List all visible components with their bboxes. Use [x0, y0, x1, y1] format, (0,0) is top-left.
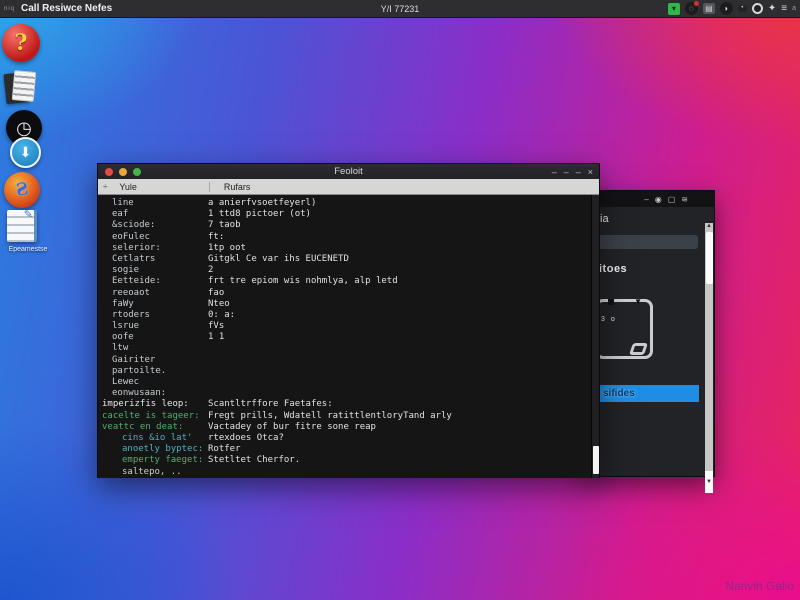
settings-section-label: itoes — [599, 263, 627, 275]
notes-icon[interactable]: ✎ — [7, 210, 37, 242]
terminal-dash3-button[interactable]: – — [576, 167, 581, 177]
display-camera-icon — [608, 299, 614, 305]
terminal-row: rtoders0: a: — [98, 310, 599, 321]
terminal-row: cacelte is tageer:Fregt prills, Wdatell … — [98, 411, 599, 422]
tray-letter: a — [792, 5, 796, 12]
terminal-scrollbar[interactable] — [591, 195, 599, 478]
system-tray: ▾ ◌ ▤ ◗ • ✦ ≡ a — [668, 0, 796, 17]
terminal-row: anoetly byptec:Rotfer — [98, 444, 599, 455]
menu-rufars[interactable]: Rufars — [209, 182, 251, 192]
terminal-row: &sciode:7 taob — [98, 220, 599, 231]
settings-circle-button[interactable]: ◉ — [655, 195, 662, 204]
settings-search-input[interactable] — [584, 235, 698, 249]
terminal-row: Lewec — [98, 377, 599, 388]
settings-scroll-thumb[interactable] — [706, 232, 713, 284]
terminal-row: faWyNteo — [98, 299, 599, 310]
terminal-output[interactable]: linea anierfvsoetfeyerl) eaf1 ttd8 picto… — [98, 195, 599, 478]
terminal-dash2-button[interactable]: – — [564, 167, 569, 177]
properties-terminal-window[interactable]: Feoloit – – – × ÷ Yule Rufars linea anie… — [97, 163, 600, 478]
settings-selected-label: sifides — [603, 388, 635, 399]
terminal-row: partoilte. — [98, 366, 599, 377]
settings-titlebar[interactable]: – ◉ ▢ ≋ — [584, 191, 714, 207]
terminal-row: CetlatrsGitgkl Ce var ihs EUCENETD — [98, 254, 599, 265]
help-icon[interactable]: ? — [2, 24, 40, 62]
terminal-row: eaf1 ttd8 pictoer (ot) — [98, 209, 599, 220]
terminal-row: lsruefVs — [98, 321, 599, 332]
settings-maximize-button[interactable]: ▢ — [668, 195, 676, 204]
settings-heading-partial: ia — [600, 213, 609, 225]
scroll-up-icon[interactable]: ▲ — [705, 223, 713, 229]
terminal-row: Eetteide:frt tre epiom wis nohmlya, alp … — [98, 276, 599, 287]
keyboard-icon[interactable]: ▤ — [703, 3, 715, 14]
terminal-row: eonwusaan: — [98, 388, 599, 399]
terminal-row: veattc en deat:Vactadey of bur fitre son… — [98, 422, 599, 433]
settings-close-button[interactable]: ≋ — [681, 195, 688, 204]
desktop-icons: ? ◷ ⬇ Ƨ ✎ Epeamestse — [0, 22, 56, 54]
documents-icon[interactable] — [4, 70, 40, 106]
terminal-row: selerior:1tp oot — [98, 243, 599, 254]
settings-content: ia itoes ▼ 3 o sifides ▲ ▼ — [584, 207, 714, 476]
terminal-close-button[interactable]: × — [588, 167, 593, 177]
terminal-row: saltepo, .. — [98, 467, 599, 478]
terminal-row: eoFulecft: — [98, 232, 599, 243]
terminal-row: cins &io lat'rtexdoes Otca? — [98, 433, 599, 444]
display-corner-shape — [629, 343, 648, 355]
desktop-watermark: Nanvih Galio — [725, 579, 794, 593]
terminal-row: reeoaotfao — [98, 288, 599, 299]
dot-icon[interactable]: • — [738, 5, 747, 12]
terminal-row: emperty faeget:Stetltet Cherfor. — [98, 455, 599, 466]
settings-window[interactable]: – ◉ ▢ ≋ ia itoes ▼ 3 o sifides ▲ ▼ — [583, 190, 715, 477]
browser-icon[interactable]: Ƨ — [4, 172, 40, 208]
terminal-row: imperizfis leop:Scantltrffore Faetafes: — [98, 399, 599, 410]
terminal-row: oofe1 1 — [98, 332, 599, 343]
ring-icon[interactable] — [752, 3, 763, 14]
gear-icon[interactable]: ✦ — [768, 3, 776, 14]
terminal-titlebar[interactable]: Feoloit – – – × — [98, 164, 599, 179]
terminal-row: linea anierfvsoetfeyerl) — [98, 198, 599, 209]
settings-scrollbar[interactable]: ▲ ▼ — [705, 223, 713, 493]
display-diagram: ▼ 3 o — [595, 299, 653, 359]
moon-icon[interactable]: ◗ — [720, 2, 733, 15]
terminal-menubar: ÷ Yule Rufars — [98, 179, 599, 195]
notification-icon[interactable]: ◌ — [685, 2, 698, 15]
terminal-row: ltw — [98, 343, 599, 354]
settings-minimize-button[interactable]: – — [644, 195, 648, 204]
display-number: 3 o — [601, 316, 617, 323]
terminal-window-title: Feoloit — [98, 166, 599, 177]
notes-icon-label: Epeamestse — [0, 246, 56, 253]
display-arrow-icon: ▼ — [634, 297, 642, 306]
pencil-icon: ✎ — [24, 208, 33, 221]
menu-prefix-icon: ÷ — [103, 182, 107, 191]
browser-swirl-glyph: Ƨ — [14, 179, 30, 201]
documents-front-sheet — [12, 70, 37, 102]
menu-file[interactable]: Yule — [119, 182, 137, 192]
terminal-scroll-thumb[interactable] — [593, 446, 599, 474]
scroll-down-icon[interactable]: ▼ — [705, 471, 713, 493]
terminal-dash1-button[interactable]: – — [552, 167, 557, 177]
menu-lines-icon[interactable]: ≡ — [781, 3, 787, 14]
software-update-icon[interactable]: ⬇ — [10, 137, 41, 168]
terminal-row: sogie2 — [98, 265, 599, 276]
terminal-row: Gairiter — [98, 355, 599, 366]
download-tray-icon[interactable]: ▾ — [668, 3, 680, 15]
settings-selected-item[interactable]: sifides — [584, 385, 699, 402]
top-panel: niq Call Resiwce Nefes Y/I 77231 ▾ ◌ ▤ ◗… — [0, 0, 800, 18]
